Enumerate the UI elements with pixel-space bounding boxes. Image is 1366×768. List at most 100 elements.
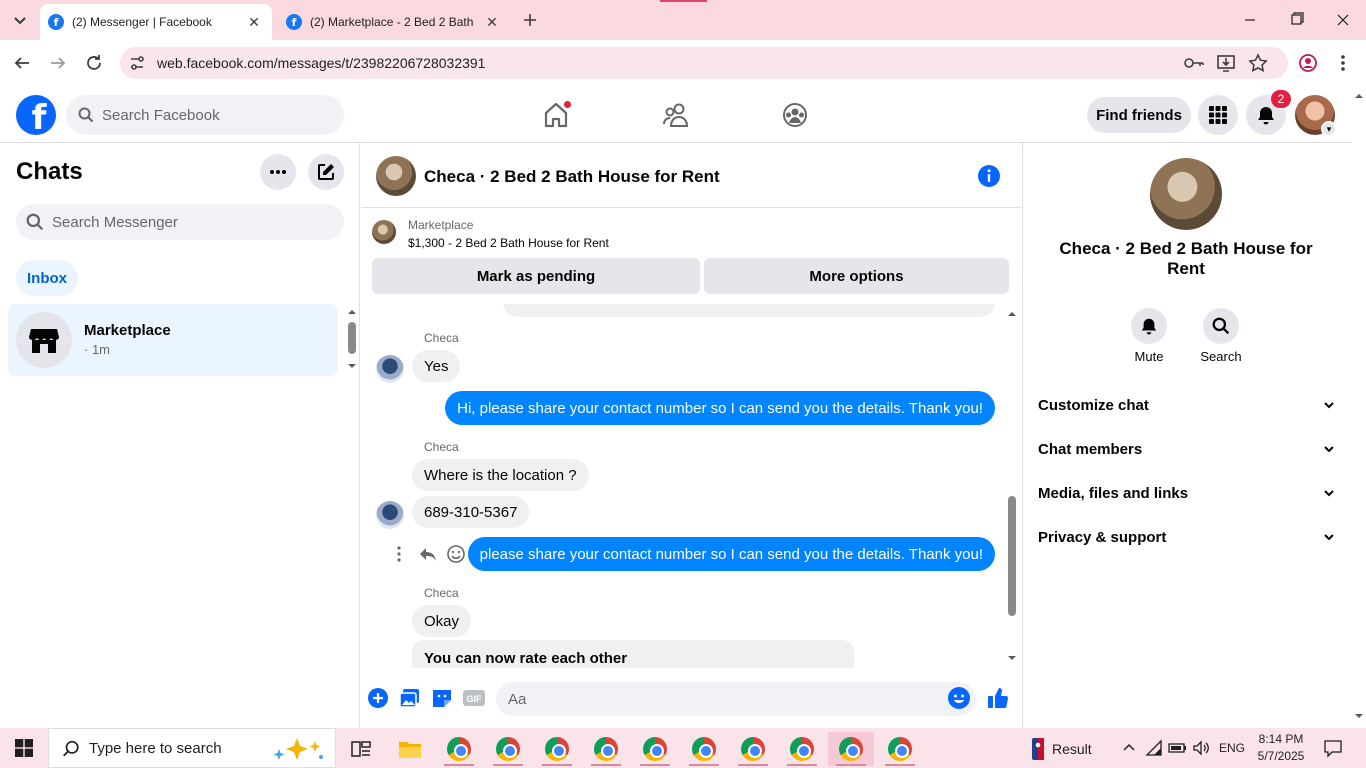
inbox-tab[interactable]: Inbox [16,260,78,296]
section-label: Privacy & support [1038,528,1167,546]
notification-center-icon[interactable] [1323,738,1343,758]
facebook-logo[interactable]: f [16,95,56,135]
more-options-button[interactable]: More options [704,258,1009,294]
minimize-icon[interactable] [1238,8,1262,32]
listing-title[interactable]: $1,300 - 2 Bed 2 Bath House for Rent [408,236,609,250]
tab-messenger[interactable]: f (2) Messenger | Facebook ✕ [40,4,272,40]
system-clock[interactable]: 8:14 PM 5/7/2025 [1256,731,1306,765]
chrome-profile-icon[interactable] [877,732,923,766]
bookmark-star-icon[interactable] [1247,52,1269,74]
chat-members-section[interactable]: Chat members [1030,431,1344,467]
like-thumb-icon[interactable] [986,686,1010,710]
facebook-favicon-icon: f [48,14,64,30]
chrome-profile-icon[interactable] [779,732,825,766]
chat-name: Marketplace [84,322,171,339]
site-info-icon[interactable] [128,54,146,72]
section-label: Customize chat [1038,396,1149,414]
page-scrollbar[interactable] [1352,86,1366,728]
chat-options-button[interactable] [260,154,296,190]
info-icon[interactable] [977,164,1001,188]
gif-icon[interactable]: GIF [462,686,486,710]
search-icon [26,213,44,231]
chrome-profile-icon[interactable] [730,732,776,766]
task-view-icon[interactable] [338,732,384,766]
sender-avatar[interactable] [376,501,404,529]
chrome-profile-icon[interactable] [632,732,678,766]
plus-icon[interactable] [366,686,390,710]
sticker-icon[interactable] [430,686,454,710]
chrome-profile-icon[interactable] [534,732,580,766]
message-input[interactable]: Aa [496,682,976,716]
groups-icon[interactable] [778,98,812,132]
chrome-profile-icon[interactable] [681,732,727,766]
sports-result-widget[interactable]: Result [1032,738,1092,760]
listing-thumbnail[interactable] [376,156,416,196]
chrome-profile-icon[interactable] [485,732,531,766]
notification-badge: 2 [1271,90,1291,108]
battery-icon[interactable] [1168,739,1188,757]
back-icon[interactable] [10,51,34,75]
photo-icon[interactable] [398,686,422,710]
new-message-button[interactable] [308,154,344,190]
sender-avatar[interactable] [376,355,404,383]
search-in-conversation-button[interactable] [1203,308,1239,344]
reload-icon[interactable] [82,51,106,75]
close-tab-icon[interactable]: ✕ [246,14,262,30]
install-app-icon[interactable] [1215,52,1237,74]
input-language[interactable]: ENG [1219,741,1245,755]
windows-start-icon[interactable] [0,728,48,768]
tab-marketplace[interactable]: f (2) Marketplace - 2 Bed 2 Bath ✕ [278,4,510,40]
close-window-icon[interactable] [1331,8,1355,32]
listing-small-thumbnail [372,220,396,244]
sidebar-scrollbar[interactable] [346,308,358,372]
emoji-icon[interactable] [947,686,971,710]
privacy-support-section[interactable]: Privacy & support [1030,519,1344,555]
facebook-search-input[interactable]: Search Facebook [66,95,344,135]
media-files-links-section[interactable]: Media, files and links [1030,475,1344,511]
incoming-message[interactable]: Yes [412,350,461,382]
chrome-profile-icon[interactable] [583,732,629,766]
tab-search-button[interactable] [8,8,32,32]
more-actions-icon[interactable] [391,544,407,564]
friends-icon[interactable] [659,98,693,132]
mark-as-pending-button[interactable]: Mark as pending [372,258,700,294]
taskbar-search-input[interactable]: Type here to search [48,728,336,768]
chevron-down-icon[interactable]: ▾ [1321,121,1337,137]
listing-photo[interactable] [1150,158,1222,230]
incoming-message[interactable]: Where is the location ? [412,459,589,491]
file-explorer-icon[interactable] [387,732,433,766]
forward-icon[interactable] [46,51,70,75]
details-title: Checa · 2 Bed 2 Bath House for Rent [1059,239,1313,278]
messenger-search-input[interactable]: Search Messenger [16,204,344,240]
chrome-profile-a-icon[interactable] [436,732,482,766]
find-friends-button[interactable]: Find friends [1087,97,1191,133]
chrome-profile-active-icon[interactable] [828,732,874,766]
react-emoji-icon[interactable] [446,544,466,564]
rating-notice[interactable]: You can now rate each other [412,640,854,668]
restore-icon[interactable] [1284,8,1308,32]
reply-icon[interactable] [418,544,438,564]
mute-button[interactable] [1131,308,1167,344]
close-tab-icon[interactable]: ✕ [484,14,500,30]
clock-time: 8:14 PM [1258,732,1304,746]
show-hidden-icons-chevron-icon[interactable] [1121,740,1137,756]
outgoing-message[interactable]: Hi, please share your contact number so … [445,391,995,425]
new-tab-button[interactable] [518,8,542,32]
password-key-icon[interactable] [1182,52,1206,74]
outgoing-message[interactable]: please share your contact number so I ca… [467,537,995,571]
url-text[interactable]: web.facebook.com/messages/t/239822067280… [157,55,485,71]
menu-grid-button[interactable] [1198,95,1238,135]
chats-title: Chats [16,158,83,185]
nba-logo-icon [1032,738,1044,760]
search-highlight-icon [273,738,323,760]
customize-chat-section[interactable]: Customize chat [1030,387,1344,423]
incoming-message[interactable]: Okay [412,605,472,637]
incoming-message[interactable]: 689-310-5367 [412,496,530,528]
clock-date: 5/7/2025 [1257,749,1305,763]
network-icon[interactable] [1145,739,1163,757]
volume-icon[interactable] [1192,739,1210,757]
conversation-scrollbar[interactable] [1006,308,1018,666]
browser-menu-icon[interactable] [1332,52,1354,74]
conversation-title[interactable]: Checa · 2 Bed 2 Bath House for Rent [424,167,720,187]
profile-icon[interactable] [1297,52,1319,74]
